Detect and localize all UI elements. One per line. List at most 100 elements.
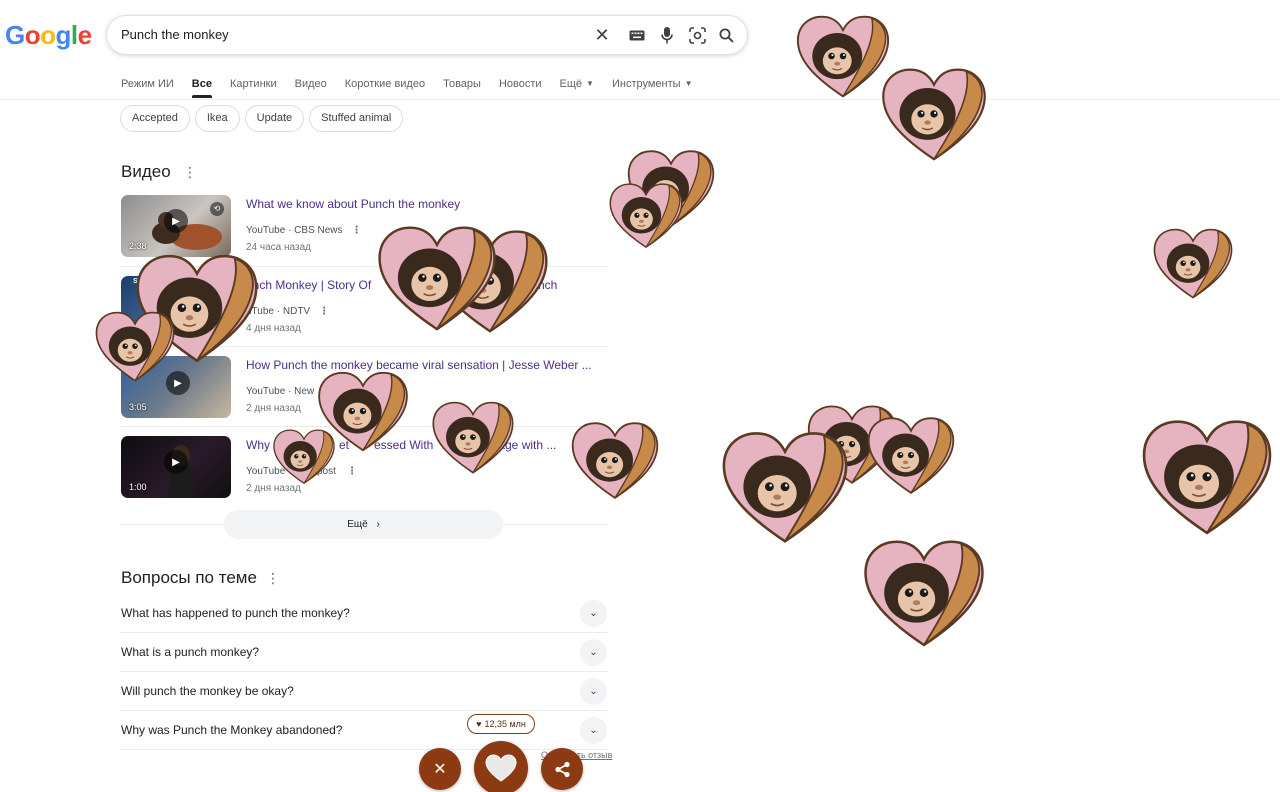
monkey-heart-sticker xyxy=(860,538,988,650)
chevron-right-icon: › xyxy=(376,519,380,530)
tab-tools[interactable]: Инструменты ▼ xyxy=(612,76,693,98)
microphone-icon[interactable] xyxy=(656,24,678,46)
tab-ai-mode[interactable]: Режим ИИ xyxy=(121,76,174,98)
video-title[interactable]: Why et essed With stage with ... xyxy=(246,438,556,452)
search-icon[interactable] xyxy=(715,24,737,46)
video-result: ▶ 2:38 ⟲ What we know about Punch the mo… xyxy=(121,195,607,275)
chevron-down-icon: ▼ xyxy=(684,79,693,88)
tab-more[interactable]: Ещё ▼ xyxy=(560,76,594,98)
video-thumbnail[interactable]: STOR xyxy=(121,276,231,338)
monkey-heart-sticker xyxy=(608,180,684,252)
video-source-text: YouTube · CBS News xyxy=(246,225,343,236)
refinement-chips: Accepted Ikea Update Stuffed animal xyxy=(120,105,404,132)
video-source-text: uTube · NDTV xyxy=(246,306,311,317)
video-source-text: YouTube xyxy=(246,466,286,477)
search-results-page: Google Punch the monkey ✕ Режим ИИ Все К… xyxy=(0,0,1280,792)
chevron-down-icon: ⌄ xyxy=(580,600,607,627)
thumbnail-badge: STOR xyxy=(133,278,153,285)
monkey-heart-sticker xyxy=(866,414,956,498)
heart-icon: ♥ xyxy=(476,719,482,729)
question-text: What has happened to punch the monkey? xyxy=(121,606,350,620)
chevron-down-icon: ▼ xyxy=(586,79,594,88)
question-item[interactable]: Will punch the monkey be okay? ⌄ xyxy=(121,672,607,711)
monkey-heart-sticker xyxy=(795,12,891,102)
preview-icon: ⟲ xyxy=(210,202,224,216)
clear-icon[interactable]: ✕ xyxy=(591,24,613,46)
more-vert-icon[interactable]: ⋮ xyxy=(347,466,357,477)
video-duration: 3:05 xyxy=(129,402,147,412)
play-icon: ▶ xyxy=(166,371,190,395)
more-vert-icon[interactable]: ⋮ xyxy=(352,225,362,236)
more-videos-button[interactable]: Ещё › xyxy=(224,510,503,539)
more-vert-icon[interactable]: ⋮ xyxy=(266,571,280,585)
monkey-heart-sticker xyxy=(626,148,716,230)
keyboard-icon[interactable] xyxy=(626,24,648,46)
video-title[interactable]: What we know about Punch the monkey xyxy=(246,197,460,211)
question-text: What is a punch monkey? xyxy=(121,645,260,659)
tab-news[interactable]: Новости xyxy=(499,76,542,98)
chip-update[interactable]: Update xyxy=(244,105,305,132)
monkey-heart-sticker xyxy=(880,66,988,164)
video-title-tail: nch xyxy=(538,278,558,292)
logo-letter: G xyxy=(5,20,25,50)
video-title-fragment: et xyxy=(339,438,350,452)
logo-letter: o xyxy=(24,20,41,50)
video-thumbnail[interactable]: ▶ 1:00 xyxy=(121,436,231,498)
tab-videos[interactable]: Видео xyxy=(295,76,327,98)
close-icon: ✕ xyxy=(433,761,447,778)
video-thumbnail[interactable]: ▶ 2:38 ⟲ xyxy=(121,195,231,257)
more-vert-icon[interactable]: ⋮ xyxy=(319,306,329,317)
monkey-heart-sticker xyxy=(806,402,898,488)
logo-letter: e xyxy=(77,20,92,50)
chip-accepted[interactable]: Accepted xyxy=(120,105,190,132)
logo-letter: l xyxy=(70,20,78,50)
monkey-heart-sticker xyxy=(1140,416,1274,540)
play-icon: ▶ xyxy=(164,450,188,474)
play-icon: ▶ xyxy=(164,209,188,233)
divider xyxy=(121,346,607,347)
video-thumbnail[interactable]: ▶ 3:05 xyxy=(121,356,231,418)
like-count-badge: ♥ 12,35 млн xyxy=(467,714,535,734)
video-title-text: unch Monkey | Story Of xyxy=(246,278,372,292)
question-item[interactable]: What is a punch monkey? ⌄ xyxy=(121,633,607,672)
divider xyxy=(121,266,607,267)
video-date: 2 дня назад xyxy=(246,483,301,494)
question-item[interactable]: Why was Punch the Monkey abandoned? ⌄ xyxy=(121,711,607,750)
share-button[interactable] xyxy=(541,748,583,790)
question-item[interactable]: What has happened to punch the monkey? ⌄ xyxy=(121,594,607,633)
chip-ikea[interactable]: Ikea xyxy=(194,105,240,132)
video-title-fragment: essed With xyxy=(374,438,434,452)
header-divider xyxy=(0,99,1280,100)
video-title[interactable]: How Punch the monkey became viral sensat… xyxy=(246,358,592,372)
question-text: Why was Punch the Monkey abandoned? xyxy=(121,723,343,737)
share-icon xyxy=(554,761,570,777)
search-input[interactable]: Punch the monkey xyxy=(121,27,229,42)
video-date: 4 дня назад xyxy=(246,323,301,334)
search-tabs: Режим ИИ Все Картинки Видео Короткие вид… xyxy=(121,76,710,98)
video-duration: 1:00 xyxy=(129,482,147,492)
questions-section-title: Вопросы по теме xyxy=(121,568,257,587)
video-title-start: Why xyxy=(246,438,270,452)
like-button[interactable] xyxy=(474,741,528,792)
tab-images[interactable]: Картинки xyxy=(230,76,277,98)
question-text: Will punch the monkey be okay? xyxy=(121,684,294,698)
chip-stuffed-animal[interactable]: Stuffed animal xyxy=(309,105,404,132)
more-vert-icon[interactable]: ⋮ xyxy=(183,165,197,179)
video-source: YouTube post ⋮ xyxy=(246,466,357,477)
google-logo[interactable]: Google xyxy=(5,20,92,51)
video-title-tail: stage with ... xyxy=(489,438,557,452)
monkey-heart-sticker xyxy=(1152,226,1234,302)
lens-camera-icon[interactable] xyxy=(686,24,708,46)
more-videos-label: Ещё xyxy=(347,519,368,530)
search-box[interactable]: Punch the monkey ✕ xyxy=(106,15,748,55)
video-source: YouTube · New xyxy=(246,386,315,397)
close-button[interactable]: ✕ xyxy=(419,748,461,790)
tab-shopping[interactable]: Товары xyxy=(443,76,481,98)
video-date: 2 дня назад xyxy=(246,403,301,414)
logo-letter: o xyxy=(40,20,56,50)
tab-all[interactable]: Все xyxy=(191,76,213,98)
video-title[interactable]: unch Monkey | Story Of nch xyxy=(246,278,557,292)
video-source: YouTube · CBS News ⋮ xyxy=(246,225,362,236)
chevron-down-icon: ⌄ xyxy=(580,717,607,744)
tab-short-videos[interactable]: Короткие видео xyxy=(345,76,425,98)
